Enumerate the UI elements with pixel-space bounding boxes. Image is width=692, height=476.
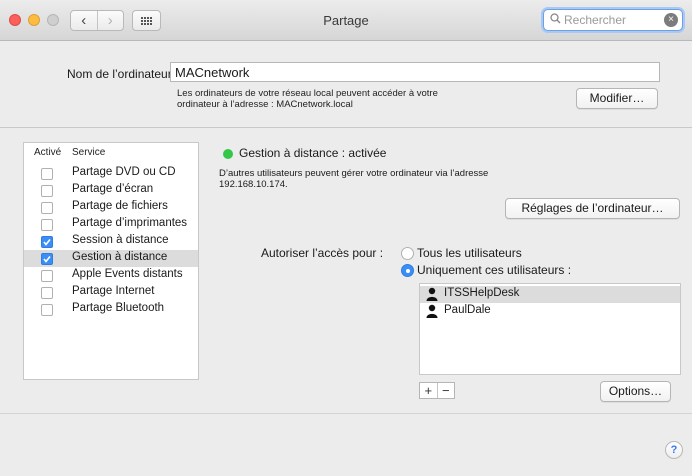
service-label: Session à distance (72, 234, 169, 246)
modify-name-button[interactable]: Modifier… (576, 88, 658, 109)
bottom-divider (0, 413, 692, 414)
search-icon (550, 13, 561, 27)
service-list: Activé Service Partage DVD ou CD Partage … (23, 142, 199, 380)
service-row[interactable]: Apple Events distants (24, 267, 198, 284)
clear-search-icon[interactable]: × (664, 13, 678, 27)
service-row[interactable]: Partage Bluetooth (24, 301, 198, 318)
service-status: Gestion à distance : activée (239, 146, 387, 160)
help-button[interactable]: ? (665, 441, 683, 459)
radio-only-these-users-label[interactable]: Uniquement ces utilisateurs : (417, 263, 571, 277)
service-label: Partage DVD ou CD (72, 166, 176, 178)
search-placeholder: Rechercher (564, 13, 627, 27)
service-label: Apple Events distants (72, 268, 183, 280)
user-row[interactable]: PaulDale (420, 303, 680, 320)
checkbox[interactable] (41, 287, 53, 299)
service-label: Partage d’écran (72, 183, 154, 195)
status-indicator (223, 149, 233, 159)
radio-only-these-users[interactable] (401, 264, 414, 277)
section-divider (0, 127, 692, 128)
checkbox[interactable] (41, 202, 53, 214)
user-name: ITSSHelpDesk (444, 287, 520, 299)
radio-all-users[interactable] (401, 247, 414, 260)
checkbox-checked[interactable] (41, 236, 53, 248)
service-label: Partage d’imprimantes (72, 217, 188, 229)
options-button[interactable]: Options… (600, 381, 671, 402)
computer-name-label: Nom de l’ordinateur : (67, 67, 179, 81)
checkbox[interactable] (41, 185, 53, 197)
service-label: Gestion à distance (72, 251, 168, 263)
user-row[interactable]: ITSSHelpDesk (420, 286, 680, 303)
computer-name-description: Les ordinateurs de votre réseau local pe… (177, 88, 438, 110)
checkbox[interactable] (41, 270, 53, 282)
computer-settings-button[interactable]: Réglages de l’ordinateur… (505, 198, 680, 219)
service-row[interactable]: Partage Internet (24, 284, 198, 301)
service-row[interactable]: Partage d’imprimantes (24, 216, 198, 233)
access-label: Autoriser l’accès pour : (261, 246, 384, 260)
column-header-service: Service (72, 147, 106, 158)
remove-user-button[interactable]: − (436, 383, 455, 398)
service-row[interactable]: Gestion à distance (24, 250, 198, 267)
radio-all-users-label[interactable]: Tous les utilisateurs (417, 246, 522, 260)
service-label: Partage Internet (72, 285, 155, 297)
service-label: Partage de fichiers (72, 200, 168, 212)
add-remove-buttons: + − (419, 382, 455, 399)
checkbox[interactable] (41, 168, 53, 180)
service-row[interactable]: Partage DVD ou CD (24, 165, 198, 182)
user-icon (426, 287, 438, 301)
service-description: D’autres utilisateurs peuvent gérer votr… (219, 168, 489, 190)
checkbox-checked[interactable] (41, 253, 53, 265)
service-label: Partage Bluetooth (72, 302, 165, 314)
add-user-button[interactable]: + (420, 383, 437, 398)
checkbox[interactable] (41, 304, 53, 316)
computer-name-field[interactable]: MACnetwork (170, 62, 660, 82)
column-header-active: Activé (34, 147, 62, 158)
service-row[interactable]: Partage de fichiers (24, 199, 198, 216)
user-name: PaulDale (444, 304, 491, 316)
search-field[interactable]: Rechercher × (543, 9, 683, 31)
allowed-users-list: ITSSHelpDesk PaulDale (419, 283, 681, 375)
user-icon (426, 304, 438, 318)
service-row[interactable]: Partage d’écran (24, 182, 198, 199)
checkbox[interactable] (41, 219, 53, 231)
service-row[interactable]: Session à distance (24, 233, 198, 250)
